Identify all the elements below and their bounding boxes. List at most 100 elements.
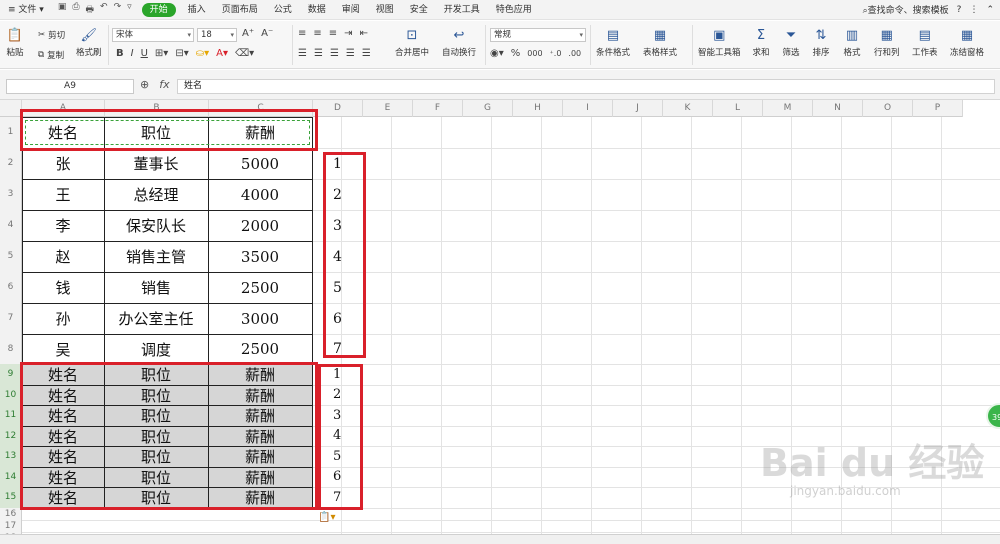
table-cell[interactable]: 销售主管: [104, 241, 208, 272]
font-size-select[interactable]: 18: [197, 28, 237, 42]
font-shrink-icon[interactable]: A⁻: [261, 28, 273, 39]
row-header-4[interactable]: 4: [0, 210, 22, 241]
collapse-icon[interactable]: ⌃: [986, 5, 994, 15]
print-icon[interactable]: 🖶: [86, 2, 95, 18]
table-cell[interactable]: 保安队长: [104, 210, 208, 241]
name-box[interactable]: A9: [6, 79, 134, 94]
formula-input[interactable]: 姓名: [177, 79, 995, 94]
column-header-i[interactable]: I: [563, 100, 613, 117]
tab-page-layout[interactable]: 页面布局: [214, 0, 266, 20]
table-cell[interactable]: 办公室主任: [104, 303, 208, 334]
row-header-5[interactable]: 5: [0, 241, 22, 272]
filter-button[interactable]: ⏷ 筛选: [782, 26, 800, 59]
file-menu[interactable]: ≡ 文件 ▾: [0, 0, 52, 20]
column-header-h[interactable]: H: [513, 100, 563, 117]
copy-button[interactable]: ⧉ 复制: [38, 49, 64, 61]
zoom-icon[interactable]: ⊕: [140, 78, 149, 91]
table-cell[interactable]: 2500: [208, 272, 312, 303]
merge-icon[interactable]: ⊟▾: [175, 48, 188, 59]
search-command[interactable]: ⌕查找命令、搜索模板: [863, 3, 949, 16]
number-format-select[interactable]: 常规: [490, 28, 586, 42]
align-left-icon[interactable]: ☰: [298, 48, 307, 59]
row-header-8[interactable]: 8: [0, 334, 22, 364]
format-button[interactable]: ▥ 格式: [843, 26, 861, 59]
tab-home[interactable]: 开始: [141, 2, 176, 17]
font-grow-icon[interactable]: A⁺: [242, 28, 254, 39]
font-name-select[interactable]: 宋体: [112, 28, 194, 42]
tab-special[interactable]: 特色应用: [488, 0, 540, 20]
table-cell[interactable]: 董事长: [104, 148, 208, 179]
justify-icon[interactable]: ☰: [346, 48, 355, 59]
row-header-1[interactable]: 1: [0, 117, 22, 148]
table-cell[interactable]: 张: [22, 148, 104, 179]
cut-button[interactable]: ✂ 剪切: [38, 29, 65, 41]
row-header-16[interactable]: 16: [0, 508, 22, 520]
table-cell[interactable]: 5000: [208, 148, 312, 179]
row-header-13[interactable]: 13: [0, 446, 22, 467]
align-middle-icon[interactable]: ≡: [313, 28, 321, 39]
sort-button[interactable]: ⇅ 排序: [812, 26, 830, 59]
tab-formula[interactable]: 公式: [266, 0, 300, 20]
tab-review[interactable]: 审阅: [334, 0, 368, 20]
sum-button[interactable]: Σ 求和: [752, 26, 770, 59]
thousands-icon[interactable]: 000: [527, 49, 542, 58]
font-color-icon[interactable]: A▾: [216, 48, 228, 59]
redo-icon[interactable]: ↷: [114, 2, 122, 18]
underline-icon[interactable]: U: [141, 48, 148, 59]
column-header-d[interactable]: D: [313, 100, 363, 117]
customize-icon[interactable]: ▿: [127, 2, 132, 18]
table-cell[interactable]: 3000: [208, 303, 312, 334]
auto-wrap-button[interactable]: ↩ 自动换行: [442, 26, 476, 59]
tab-developer[interactable]: 开发工具: [436, 0, 488, 20]
row-header-9[interactable]: 9: [0, 364, 22, 385]
select-all-corner[interactable]: [0, 100, 22, 117]
row-col-button[interactable]: ▦ 行和列: [874, 26, 900, 59]
smart-toolbox-button[interactable]: ▣ 智能工具箱: [698, 26, 741, 59]
column-header-m[interactable]: M: [763, 100, 813, 117]
column-header-l[interactable]: L: [713, 100, 763, 117]
table-cell[interactable]: 3500: [208, 241, 312, 272]
undo-icon[interactable]: ↶: [100, 2, 108, 18]
table-cell[interactable]: 孙: [22, 303, 104, 334]
save-icon[interactable]: ▣: [58, 2, 67, 18]
conditional-format-button[interactable]: ▤ 条件格式: [596, 26, 630, 59]
fill-color-icon[interactable]: ⛀▾: [196, 48, 209, 59]
row-header-3[interactable]: 3: [0, 179, 22, 210]
italic-icon[interactable]: I: [131, 48, 134, 59]
row-header-2[interactable]: 2: [0, 148, 22, 179]
table-cell[interactable]: 销售: [104, 272, 208, 303]
row-header-10[interactable]: 10: [0, 385, 22, 405]
tab-insert[interactable]: 插入: [180, 0, 214, 20]
table-cell[interactable]: 李: [22, 210, 104, 241]
column-header-g[interactable]: G: [463, 100, 513, 117]
align-center-icon[interactable]: ☰: [314, 48, 323, 59]
table-cell[interactable]: 2500: [208, 334, 312, 364]
column-header-e[interactable]: E: [363, 100, 413, 117]
align-bottom-icon[interactable]: ≡: [329, 28, 337, 39]
clear-icon[interactable]: ⌫▾: [235, 48, 254, 59]
table-cell[interactable]: 总经理: [104, 179, 208, 210]
table-cell[interactable]: 王: [22, 179, 104, 210]
align-right-icon[interactable]: ☰: [330, 48, 339, 59]
increase-decimal-icon[interactable]: ⁺.0: [550, 49, 562, 58]
row-header-7[interactable]: 7: [0, 303, 22, 334]
tab-security[interactable]: 安全: [402, 0, 436, 20]
table-cell[interactable]: 赵: [22, 241, 104, 272]
distribute-icon[interactable]: ☰: [362, 48, 371, 59]
more-icon[interactable]: ⋮: [969, 5, 978, 15]
table-cell[interactable]: 4000: [208, 179, 312, 210]
format-painter-button[interactable]: 🖌 格式刷: [76, 26, 102, 59]
bold-icon[interactable]: B: [116, 48, 124, 59]
paste-options-icon[interactable]: 📋▾: [318, 512, 335, 523]
table-cell[interactable]: 钱: [22, 272, 104, 303]
row-header-11[interactable]: 11: [0, 405, 22, 426]
row-header-12[interactable]: 12: [0, 426, 22, 446]
currency-icon[interactable]: ◉▾: [490, 48, 504, 59]
tab-data[interactable]: 数据: [300, 0, 334, 20]
row-header-6[interactable]: 6: [0, 272, 22, 303]
column-header-o[interactable]: O: [863, 100, 913, 117]
column-header-p[interactable]: P: [913, 100, 963, 117]
column-header-f[interactable]: F: [413, 100, 463, 117]
row-header-15[interactable]: 15: [0, 487, 22, 508]
fx-icon[interactable]: fx: [159, 78, 169, 91]
